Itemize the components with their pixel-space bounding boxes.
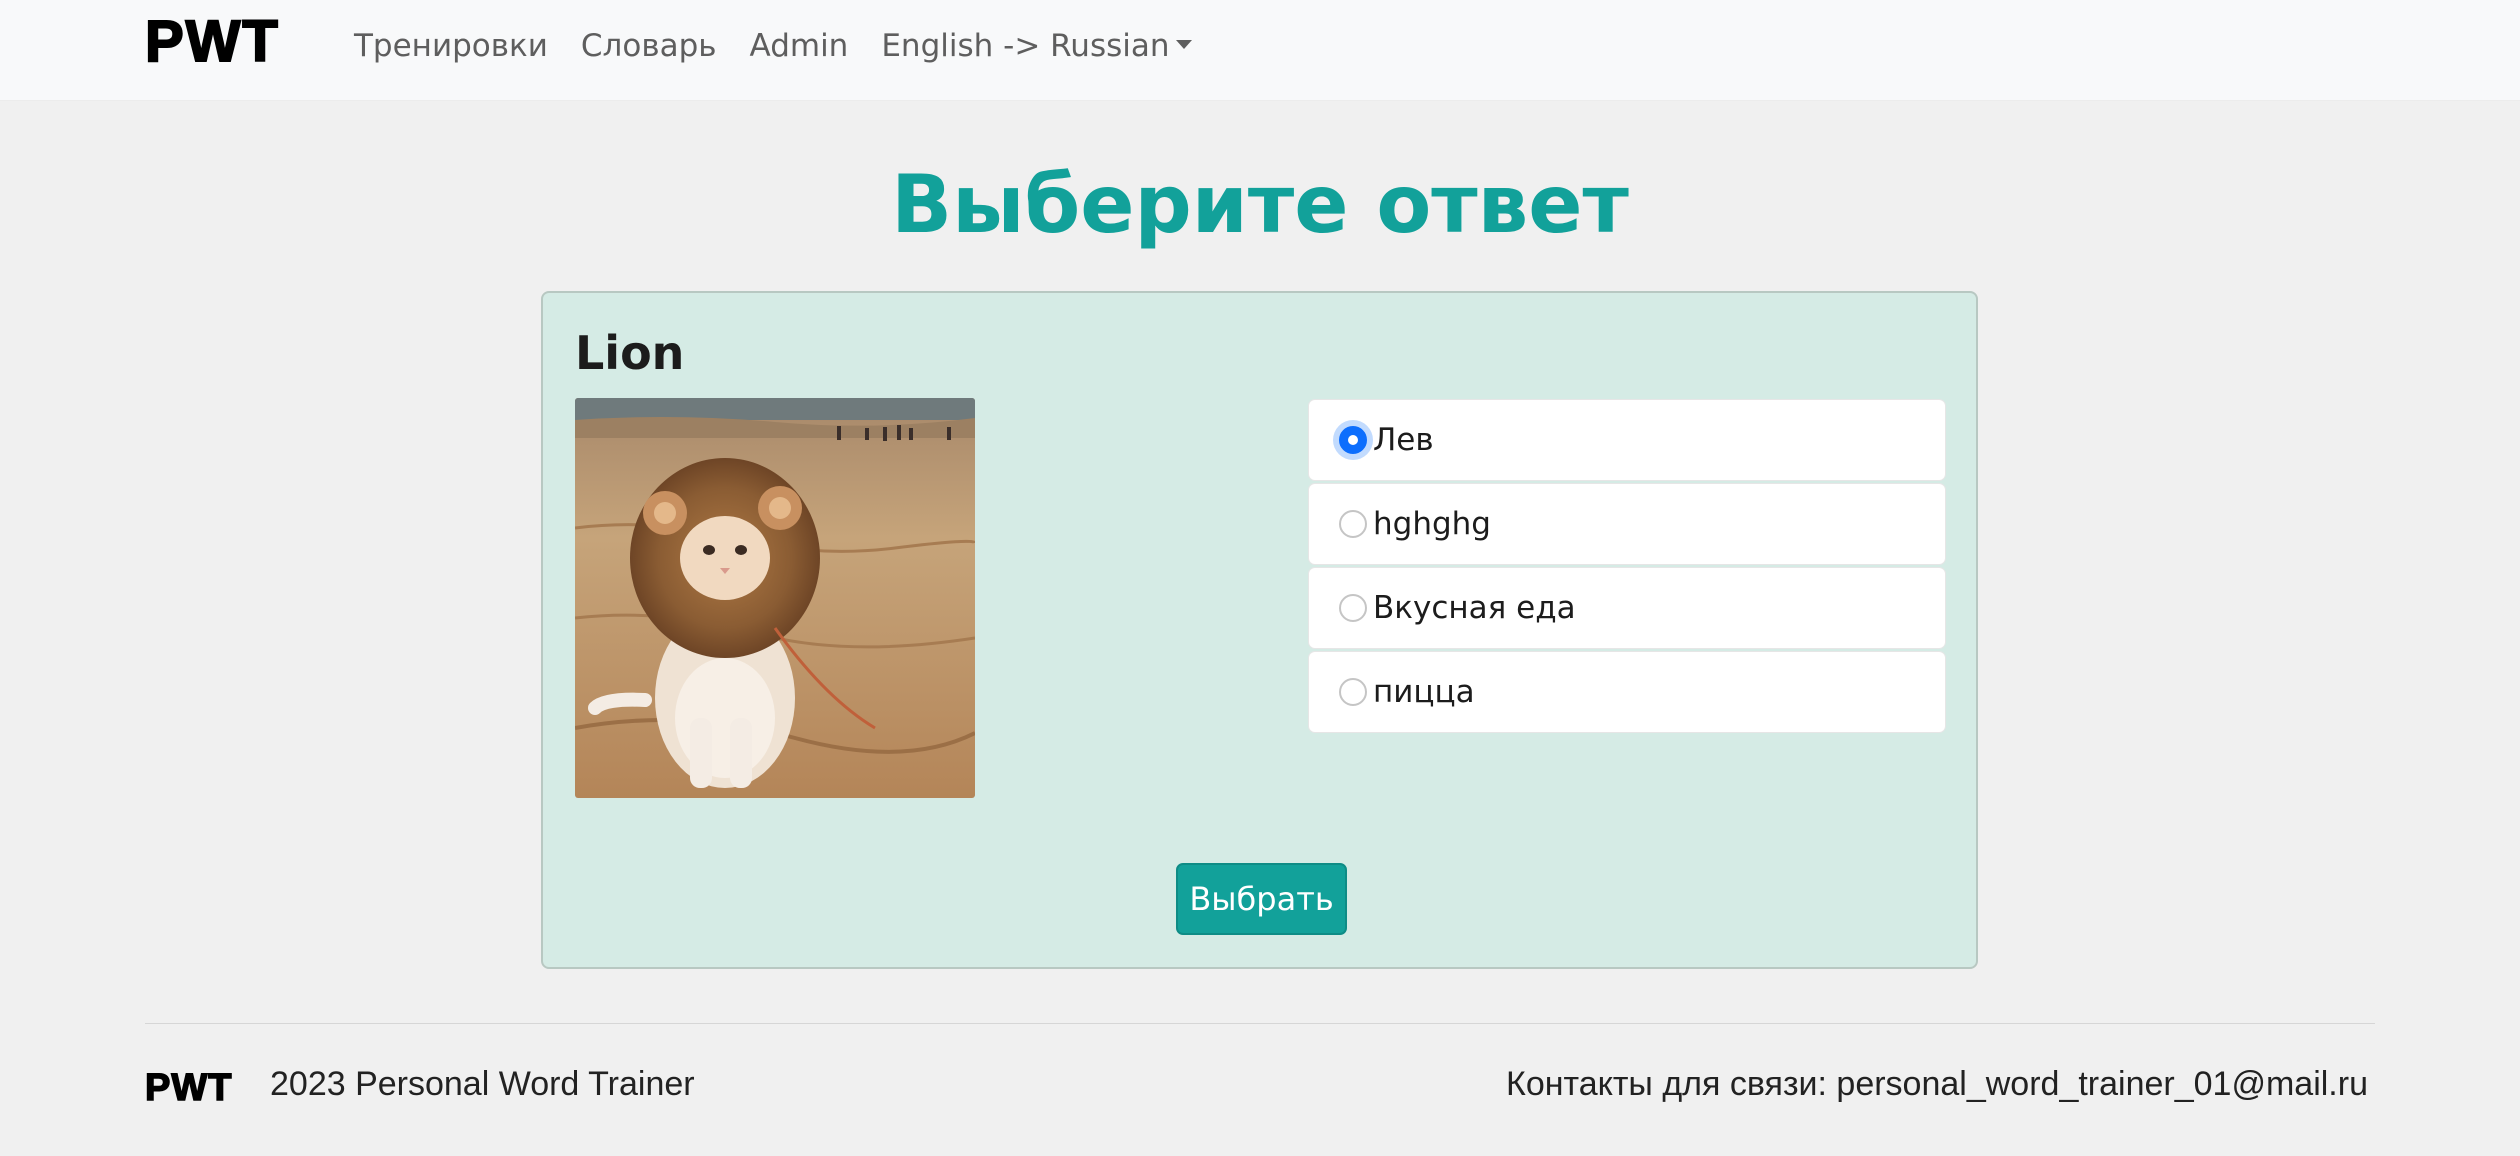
nav-link-dictionary[interactable]: Словарь	[581, 28, 717, 64]
answer-option[interactable]: hghghg	[1309, 484, 1945, 564]
brand-logo[interactable]: PWT	[144, 9, 280, 75]
word-image	[575, 398, 975, 798]
answer-option[interactable]: пицца	[1309, 652, 1945, 732]
nav-link-admin[interactable]: Admin	[750, 28, 849, 64]
radio-unchecked-icon[interactable]	[1339, 678, 1367, 706]
answer-option[interactable]: Лев	[1309, 400, 1945, 480]
answer-option-label: Лев	[1373, 422, 1434, 458]
radio-checked-icon[interactable]	[1339, 426, 1367, 454]
nav-link-trainings[interactable]: Тренировки	[354, 28, 548, 64]
answer-options: Лев hghghg Вкусная еда пицца	[1309, 400, 1945, 736]
radio-unchecked-icon[interactable]	[1339, 510, 1367, 538]
cat-lion-image	[575, 398, 975, 798]
quiz-card: Lion Лев hghghg Вкусная еда пицца Выбрат…	[541, 291, 1978, 969]
answer-option-label: пицца	[1373, 674, 1475, 710]
submit-answer-button[interactable]: Выбрать	[1176, 863, 1347, 935]
top-navbar: PWT Тренировки Словарь Admin English -> …	[0, 0, 2520, 101]
footer-copyright: 2023 Personal Word Trainer	[270, 1065, 695, 1103]
footer-brand-logo: PWT	[144, 1066, 233, 1110]
answer-option-label: Вкусная еда	[1373, 590, 1576, 626]
nav-links: Тренировки Словарь Admin English -> Russ…	[354, 24, 1225, 68]
radio-unchecked-icon[interactable]	[1339, 594, 1367, 622]
quiz-word: Lion	[575, 326, 685, 380]
answer-option-label: hghghg	[1373, 506, 1491, 542]
language-dropdown[interactable]: English -> Russian	[881, 28, 1192, 64]
footer-divider	[145, 1023, 2375, 1024]
answer-option[interactable]: Вкусная еда	[1309, 568, 1945, 648]
language-dropdown-label: English -> Russian	[881, 28, 1170, 64]
footer-contact: Контакты для связи: personal_word_traine…	[1506, 1065, 2368, 1103]
page-title: Выберите ответ	[891, 158, 1629, 251]
caret-down-icon	[1175, 40, 1192, 49]
